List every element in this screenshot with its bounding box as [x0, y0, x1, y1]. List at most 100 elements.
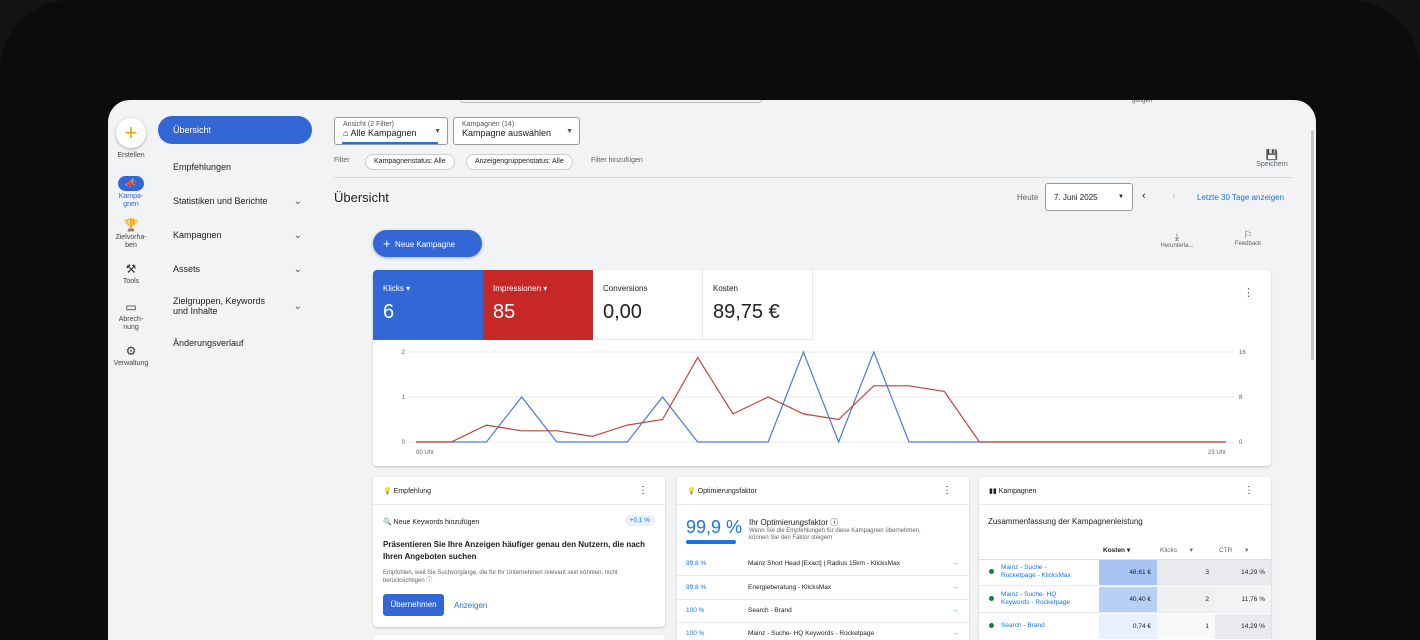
save-button[interactable]: 💾 Speichern — [1254, 150, 1290, 168]
nav-label: Empfehlungen — [173, 162, 232, 172]
col-header-label: Kosten — [1103, 547, 1126, 554]
dropdown-arrow-icon: ▼ — [566, 128, 573, 135]
cell-clicks: 1 — [1157, 614, 1215, 639]
arrow-right-icon: → — [951, 584, 959, 591]
nav-label: Assets — [173, 264, 201, 274]
lightbulb-icon: 💡 — [383, 488, 392, 495]
dropdown-arrow-icon: ▼ — [1118, 194, 1124, 200]
divider — [677, 599, 969, 600]
download-label: Herunterla... — [1160, 243, 1194, 249]
row-campaign: Mainz - Suche- HQ Keywords - Rocketpage — [748, 630, 875, 637]
view-label: Ansicht (2 Filter) — [343, 121, 394, 128]
nav-item-assets[interactable]: Assets ⌄ — [158, 252, 312, 286]
more-options-icon[interactable]: ⋮ — [1244, 485, 1254, 496]
campaigns-heading: Zusammenfassung der Kampagnenleistung — [988, 517, 1143, 526]
filter-chip-adgroup-status[interactable]: Anzeigengruppenstatus: Alle — [466, 154, 573, 170]
cell-cost: 0,74 € — [1099, 614, 1157, 639]
rail-item-goals[interactable]: 🏆 Zielvorha- ben — [108, 218, 154, 250]
rail-item-label: Abrech- nung — [118, 316, 144, 331]
add-filter-link[interactable]: Filter hinzufügen — [591, 157, 643, 164]
arrow-right-icon: → — [951, 630, 959, 637]
row-campaign: Energieberatung - KlicksMax — [748, 584, 832, 591]
next-period-button[interactable]: › — [1172, 190, 1176, 202]
y-right-tick-label: 16 — [1239, 350, 1246, 356]
download-icon: ⤓ — [1174, 232, 1180, 243]
row-campaign: Search - Brand — [748, 607, 792, 614]
optimization-title: Optimierungsfaktor — [697, 488, 757, 495]
rail-item-tools[interactable]: ⚒ Tools — [108, 262, 154, 286]
feedback-icon: ⚐ — [1243, 230, 1253, 241]
optimization-score-bar — [686, 540, 736, 544]
recommendation-card: 💡 Empfehlung ⋮ 🔍 Neue Keywords hinzufügen… — [373, 477, 665, 627]
nav-item-overview[interactable]: Übersicht — [158, 116, 312, 144]
save-label: Speichern — [1256, 161, 1288, 168]
download-button[interactable]: ⤓ Herunterla... — [1154, 232, 1200, 249]
x-tick-label: 23 Uhr — [1208, 450, 1226, 456]
lightbulb-icon: 💡 — [687, 488, 696, 495]
rail-item-label: Zielvorha- ben — [115, 234, 147, 249]
col-header-clicks[interactable]: Klicks ▾ — [1160, 546, 1193, 554]
date-picker[interactable]: 7. Juni 2025 ▼ — [1045, 183, 1133, 211]
nav-item-audiences[interactable]: Zielgruppen, Keywords und Inhalte ⌄ — [158, 286, 312, 326]
y-left-tick-label: 0 — [402, 440, 406, 446]
nav-item-recommendations[interactable]: Empfehlungen — [158, 150, 312, 184]
arrow-right-icon: → — [951, 607, 959, 614]
cell-ctr: 14,29 % — [1215, 614, 1271, 639]
arrow-right-icon: → — [951, 560, 959, 567]
campaign-select-dropdown[interactable]: Kampagnen (14) Kampagne auswählen ▼ — [453, 117, 580, 145]
rail-item-admin[interactable]: ⚙ Verwaltung — [108, 344, 154, 368]
feedback-button[interactable]: ⚐ Feedback — [1225, 230, 1271, 247]
table-row[interactable]: Mainz - Suche - Rocketpage - KlicksMax 4… — [979, 560, 1271, 586]
rail-item-billing[interactable]: ▭ Abrech- nung — [108, 300, 154, 332]
divider — [334, 177, 1292, 178]
campaigns-header: ▮▮ Kampagnen ⋮ — [979, 477, 1271, 505]
y-right-tick-label: 0 — [1239, 440, 1243, 446]
nav-item-reports[interactable]: Statistiken und Berichte ⌄ — [158, 184, 312, 218]
nav-item-history[interactable]: Änderungsverlauf — [158, 326, 312, 360]
sort-arrow-icon: ▾ — [1126, 547, 1131, 554]
recommendation-headline: Präsentieren Sie Ihre Anzeigen häufiger … — [383, 540, 645, 561]
table-row[interactable]: Mainz - Suche- HQ Keywords - Rocketpage … — [979, 587, 1271, 613]
recommendation-title: Empfehlung — [393, 488, 432, 495]
cell-cost: 40,40 € — [1099, 587, 1157, 612]
next-card-stub — [373, 635, 665, 640]
more-options-icon[interactable]: ⋮ — [942, 485, 952, 496]
campaign-name: Search - Brand — [1001, 622, 1045, 629]
cell-cost: 48,61 € — [1099, 560, 1157, 585]
rail-item-label: Kampa- gnen — [118, 193, 144, 208]
view-dropdown[interactable]: Ansicht (2 Filter) ⌂ Alle Kampagnen ▼ — [334, 117, 448, 145]
impressions-series-line — [416, 356, 1226, 443]
date-today-label: Heute — [1017, 193, 1039, 202]
create-button[interactable]: + — [116, 118, 146, 148]
nav-label: Statistiken und Berichte — [173, 196, 268, 206]
divider — [677, 575, 969, 576]
left-rail: + Erstellen 📣 Kampa- gnen 🏆 Zielvorha- b… — [108, 100, 154, 640]
optimization-card: 💡 Optimierungsfaktor ⋮ 99,9 % Ihr Optimie… — [677, 477, 969, 640]
table-row[interactable]: Search - Brand 0,74 € 1 14,29 % — [979, 614, 1271, 640]
more-options-icon[interactable]: ⋮ — [638, 485, 648, 496]
help-icon: ⓘ — [426, 578, 433, 584]
filter-chip-campaign-status[interactable]: Kampagnenstatus: Alle — [365, 154, 455, 170]
prev-period-button[interactable]: ‹ — [1142, 190, 1146, 202]
row-campaign: Mainz Short Head [Exact] | Radius 15km -… — [748, 560, 900, 567]
optimization-score: 99,9 % — [686, 517, 743, 537]
col-header-cost[interactable]: Kosten ▾ — [1103, 546, 1130, 554]
new-campaign-button[interactable]: + Neue Kampagne — [373, 230, 482, 257]
page-title: Übersicht — [334, 190, 389, 205]
chevron-down-icon: ⌄ — [293, 195, 302, 207]
rail-item-campaigns[interactable]: 📣 Kampa- gnen — [108, 176, 154, 209]
nav-item-campaigns[interactable]: Kampagnen ⌄ — [158, 218, 312, 252]
apply-button[interactable]: Übernehmen — [383, 594, 444, 616]
recommendation-item[interactable]: 🔍 Neue Keywords hinzufügen — [383, 518, 479, 526]
scrollbar[interactable] — [1311, 130, 1314, 360]
chevron-down-icon: ⌄ — [293, 300, 302, 312]
tools-icon: ⚒ — [125, 262, 137, 276]
overview-line-chart: 0 0 1 8 2 16 00 Uhr 23 Uhr — [402, 350, 1247, 456]
show-link[interactable]: Anzeigen — [454, 601, 487, 610]
col-header-ctr[interactable]: CTR ▾ — [1219, 546, 1248, 554]
last-30-days-link[interactable]: Letzte 30 Tage anzeigen — [1197, 193, 1284, 202]
new-campaign-label: Neue Kampagne — [395, 240, 456, 249]
optimization-heading-text: Ihr Optimierungsfaktor — [749, 518, 829, 527]
view-underline — [342, 142, 438, 144]
cell-ctr: 11,76 % — [1215, 587, 1271, 612]
